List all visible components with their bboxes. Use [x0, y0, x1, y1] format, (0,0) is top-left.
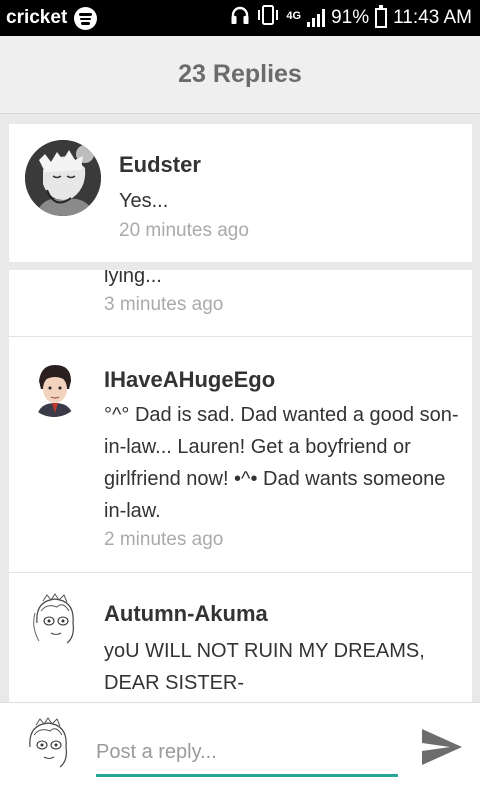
- reply-composer: [0, 702, 480, 792]
- comment-timestamp: 2 minutes ago: [104, 529, 224, 550]
- avatar[interactable]: [25, 140, 101, 216]
- carrier-label: cricket: [6, 7, 68, 28]
- list-item[interactable]: Autumn-Akuma yoU WILL NOT RUIN MY DREAMS…: [9, 573, 472, 702]
- avatar[interactable]: [27, 593, 83, 649]
- comment-text: lying...: [104, 270, 162, 287]
- replies-list[interactable]: lying... 3 minutes ago IHaveAHugeEgo °^°…: [9, 270, 472, 702]
- network-type: 4G: [286, 10, 302, 22]
- parent-comment[interactable]: Eudster Yes... 20 minutes ago: [9, 124, 472, 262]
- list-item[interactable]: IHaveAHugeEgo °^° Dad is sad. Dad wanted…: [9, 337, 472, 572]
- comment-username[interactable]: IHaveAHugeEgo: [104, 367, 275, 393]
- send-button[interactable]: [420, 727, 464, 767]
- comment-username[interactable]: Eudster: [119, 152, 201, 178]
- status-bar: cricket 4G 91% 11:43 AM: [0, 0, 480, 36]
- send-icon: [420, 729, 464, 771]
- comment-timestamp: 20 minutes ago: [119, 220, 249, 241]
- clock: 11:43 AM: [393, 7, 472, 28]
- battery-percent: 91%: [331, 7, 370, 28]
- avatar[interactable]: [25, 359, 83, 417]
- comment-timestamp: 3 minutes ago: [104, 294, 224, 315]
- reply-input[interactable]: [96, 731, 398, 777]
- signal-icon: [307, 9, 326, 27]
- battery-icon: [375, 5, 388, 28]
- spotify-icon: [74, 7, 97, 30]
- page-title: 23 Replies: [178, 60, 302, 88]
- avatar: [20, 717, 76, 773]
- header: 23 Replies: [0, 36, 480, 114]
- list-item[interactable]: lying... 3 minutes ago: [9, 270, 472, 336]
- comment-text: yoU WILL NOT RUIN MY DREAMS, DEAR SISTER…: [104, 640, 425, 694]
- headphones-icon: [230, 5, 250, 31]
- comment-username[interactable]: Autumn-Akuma: [104, 601, 268, 627]
- comment-text: °^° Dad is sad. Dad wanted a good son-in…: [104, 404, 459, 522]
- comment-text: Yes...: [119, 190, 169, 212]
- vibrate-icon: [256, 4, 280, 32]
